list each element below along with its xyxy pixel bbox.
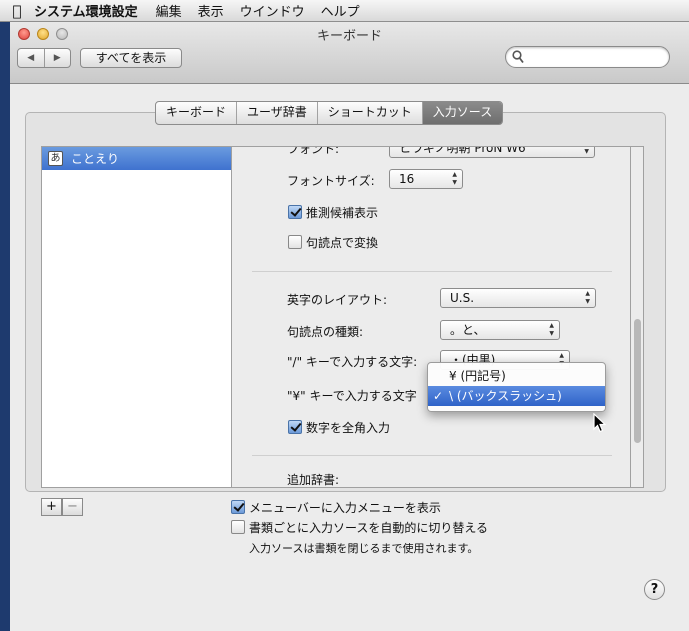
font-label: フォント: xyxy=(287,146,340,156)
auto-switch-label: 書類ごとに入力ソースを自動的に切り替える xyxy=(249,521,489,535)
slash-key-label: "/" キーで入力する文字: xyxy=(287,355,418,369)
tab-bar: キーボード ユーザ辞書 ショートカット 入力ソース xyxy=(155,101,504,125)
tab-shortcuts[interactable]: ショートカット xyxy=(318,102,423,124)
menu-option-label: ¥ (円記号) xyxy=(449,369,506,383)
show-menu-label: メニューバーに入力メニューを表示 xyxy=(249,501,441,515)
options-pane: フォント: ヒラギノ明朝 ProN W6 ▲▼ フォントサイズ: 16 ▲▼ 推… xyxy=(232,146,630,488)
options-scrollbar[interactable] xyxy=(630,146,644,488)
alpha-layout-value: U.S. xyxy=(450,291,475,305)
yen-key-label: "¥" キーで入力する文字 xyxy=(287,389,417,403)
menu-app-name[interactable]: システム環境設定 xyxy=(34,1,138,20)
tab-keyboard[interactable]: キーボード xyxy=(156,102,238,124)
title-bar: キーボード ◀ ▶ すべてを表示 xyxy=(10,22,689,84)
punct-convert-checkbox[interactable] xyxy=(288,235,302,249)
apple-icon[interactable]:  xyxy=(0,2,34,20)
menu-option-label: \ (バックスラッシュ) xyxy=(449,389,562,403)
punct-type-popup[interactable]: 。と、 ▲ ▼ xyxy=(440,320,560,340)
predictive-checkbox[interactable] xyxy=(288,205,302,219)
add-source-button[interactable]: + xyxy=(41,498,62,516)
punct-convert-label: 句読点で変換 xyxy=(306,236,379,250)
search-input[interactable] xyxy=(528,49,667,67)
fullwidth-num-checkbox[interactable] xyxy=(288,420,302,434)
input-source-list[interactable]: あ ことえり xyxy=(41,146,232,488)
popup-arrows-icon: ▲▼ xyxy=(549,322,554,337)
list-item[interactable]: あ ことえり xyxy=(42,147,231,170)
menu-help[interactable]: ヘルプ xyxy=(321,1,360,20)
help-button[interactable]: ? xyxy=(644,579,665,600)
show-all-button[interactable]: すべてを表示 xyxy=(80,48,182,68)
font-size-label: フォントサイズ: xyxy=(287,174,375,188)
separator xyxy=(252,455,612,456)
fullwidth-num-label: 数字を全角入力 xyxy=(306,421,391,435)
menu-option-yen[interactable]: ¥ (円記号) xyxy=(428,366,605,386)
font-size-value: 16 xyxy=(399,172,415,186)
source-label: ことえり xyxy=(71,152,120,166)
tab-input-sources[interactable]: 入力ソース xyxy=(422,102,503,124)
menu-edit[interactable]: 編集 xyxy=(156,1,182,20)
remove-source-button[interactable]: − xyxy=(62,498,83,516)
hiragana-a-icon: あ xyxy=(48,151,63,166)
font-size-popup[interactable]: 16 ▲ ▼ xyxy=(389,169,463,189)
popup-arrows-icon: ▲▼ xyxy=(584,148,589,155)
show-menu-checkbox[interactable] xyxy=(231,500,245,514)
scroll-thumb[interactable] xyxy=(634,319,641,443)
mouse-cursor-icon xyxy=(593,413,607,433)
punct-type-label: 句読点の種類: xyxy=(287,325,364,339)
back-arrow-icon[interactable]: ◀ xyxy=(18,49,45,67)
alpha-layout-popup[interactable]: U.S. ▲ ▼ xyxy=(440,288,596,308)
separator xyxy=(252,271,612,272)
menu-window[interactable]: ウインドウ xyxy=(240,1,305,20)
tab-user-dictionary[interactable]: ユーザ辞書 xyxy=(237,102,318,124)
menu-view[interactable]: 表示 xyxy=(198,1,224,20)
font-popup[interactable]: ヒラギノ明朝 ProN W6 ▲▼ xyxy=(389,146,595,158)
popup-arrows-icon: ▲▼ xyxy=(585,290,590,305)
punct-type-value: 。と、 xyxy=(450,323,486,337)
keyboard-prefs-window: キーボード ◀ ▶ すべてを表示 キーボード ユーザ辞書 ショートカット 入力ソ… xyxy=(10,22,689,631)
checkmark-icon: ✓ xyxy=(433,389,444,403)
extra-dict-label: 追加辞書: xyxy=(287,473,340,487)
window-title: キーボード xyxy=(316,29,382,44)
menu-bar:  システム環境設定 編集 表示 ウインドウ ヘルプ xyxy=(0,0,689,22)
forward-arrow-icon[interactable]: ▶ xyxy=(45,49,71,67)
search-icon xyxy=(512,50,524,64)
font-value: ヒラギノ明朝 ProN W6 xyxy=(399,146,526,155)
alpha-layout-label: 英字のレイアウト: xyxy=(287,293,388,307)
nav-back-forward: ◀ ▶ xyxy=(17,48,71,68)
yen-key-dropdown-menu: ¥ (円記号) ✓ \ (バックスラッシュ) xyxy=(427,362,606,412)
search-field[interactable] xyxy=(505,46,670,68)
popup-arrows-icon: ▲▼ xyxy=(452,171,457,186)
menu-option-backslash[interactable]: ✓ \ (バックスラッシュ) xyxy=(428,386,605,406)
auto-switch-note: 入力ソースは書類を閉じるまで使用されます。 xyxy=(249,542,479,555)
predictive-label: 推測候補表示 xyxy=(306,206,379,220)
auto-switch-checkbox[interactable] xyxy=(231,520,245,534)
